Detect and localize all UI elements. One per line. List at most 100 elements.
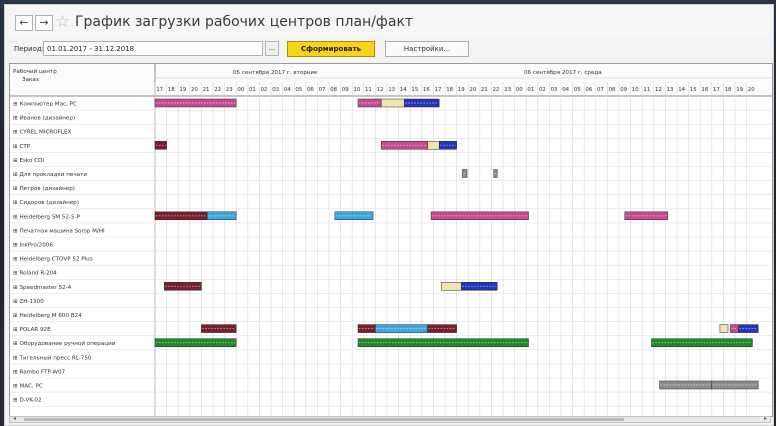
hour-label: 16 — [423, 87, 430, 93]
hour-label: 15 — [411, 87, 418, 93]
row-label: ⊞ Speedmaster 52-4 — [13, 285, 72, 291]
row-label: ⊞ Иванов (дизайнер) — [13, 115, 75, 122]
hour-label: 20 — [748, 87, 755, 93]
hour-label: 23 — [226, 87, 233, 93]
hour-label: 03 — [551, 87, 558, 93]
row-label: ⊞ Esko CDI — [13, 158, 44, 164]
hour-label: 14 — [678, 87, 685, 93]
gantt-bar — [357, 324, 376, 333]
hour-label: 09 — [620, 87, 627, 93]
hour-label: 13 — [667, 87, 674, 93]
row-label: ⊞ Roland R-204 — [13, 271, 57, 277]
period-picker-button[interactable]: ... — [265, 41, 279, 56]
hour-label: 09 — [342, 87, 349, 93]
header-work-center: Рабочий центр — [13, 68, 57, 75]
hour-label: 08 — [609, 87, 616, 93]
row-label: ⊞ CYREL MICROFLEX — [13, 130, 72, 136]
gantt-grid: Рабочий центр Заказ 05 сентября 2017 г. вт… — [10, 64, 772, 416]
gantt-chart: Рабочий центр Заказ 05 сентября 2017 г. вт… — [9, 63, 773, 417]
row-label: ⊞ Компьютер Mac, PC — [13, 102, 77, 108]
hour-label: 18 — [168, 87, 175, 93]
header-order: Заказ — [22, 77, 39, 83]
hour-label: 01 — [249, 87, 256, 93]
hour-label: 11 — [643, 87, 650, 93]
hour-label: 18 — [725, 87, 732, 93]
hour-label: 20 — [469, 87, 476, 93]
hour-label: 00 — [237, 87, 244, 93]
hour-label: 22 — [493, 87, 500, 93]
back-button[interactable]: ← — [15, 15, 33, 31]
hour-label: 14 — [400, 87, 407, 93]
hour-label: 06 — [307, 87, 314, 93]
hour-label: 07 — [597, 87, 604, 93]
hour-label: 13 — [388, 87, 395, 93]
filter-bar: Период: 01.01.2017 - 31.12.2018 ... Сфор… — [5, 37, 773, 63]
title-bar: ← → ☆ График загрузки рабочих центров пл… — [5, 5, 773, 37]
hour-label: 02 — [261, 87, 268, 93]
gantt-bar — [438, 141, 457, 150]
form-report-button[interactable]: Сформировать — [287, 41, 375, 57]
hour-label: 17 — [156, 87, 163, 93]
row-label: ⊞ Heidelberg CTOVP 52 Plus — [13, 257, 93, 263]
hour-label: 01 — [527, 87, 534, 93]
row-label: ⊞ Heidelberg M 600 B24 — [13, 313, 82, 319]
hour-label: 02 — [539, 87, 546, 93]
row-label: ⊞ Сидоров (дизайнер) — [13, 199, 79, 206]
hour-label: 23 — [504, 87, 511, 93]
settings-button[interactable]: Настройки... — [385, 41, 469, 57]
hour-label: 00 — [516, 87, 523, 93]
hour-label: 07 — [319, 87, 326, 93]
hour-label: 08 — [330, 87, 337, 93]
day-label-1: 05 сентября 2017 г. вторник — [233, 70, 318, 76]
row-label: ⊞ D-VK-02 — [13, 398, 42, 404]
hour-label: 20 — [191, 87, 198, 93]
hour-label: 05 — [574, 87, 581, 93]
forward-button[interactable]: → — [35, 15, 53, 31]
hour-label: 16 — [701, 87, 708, 93]
arrow-left-icon: ← — [19, 16, 29, 29]
hour-label: 12 — [655, 87, 662, 93]
hour-label: 05 — [295, 87, 302, 93]
row-label: ⊞ Heidelberg SM 52-5-P — [13, 214, 81, 220]
day-label-2: 06 сентября 2017 г. среда — [524, 70, 602, 76]
horizontal-scrollbar[interactable]: ◂ ▸ — [9, 415, 771, 423]
gantt-bar — [624, 211, 668, 221]
row-label: ⊞ ZH-1300 — [13, 299, 44, 305]
row-label: ⊞ Для прокладки печати — [13, 172, 87, 178]
scroll-right-icon[interactable]: ▸ — [764, 415, 767, 422]
hour-label: 21 — [481, 87, 488, 93]
hour-label: 03 — [272, 87, 279, 93]
period-label: Период: — [14, 45, 45, 53]
row-label: ⊞ Оборудование ручной операции — [13, 340, 116, 347]
report-window: ← → ☆ График загрузки рабочих центров пл… — [4, 4, 774, 426]
hour-label: 17 — [435, 87, 442, 93]
row-label: ⊞ Печатная машина Sorsp M/HI — [13, 228, 105, 234]
scroll-left-icon[interactable]: ◂ — [13, 415, 16, 422]
page-title: График загрузки рабочих центров план/фак… — [75, 14, 414, 30]
hour-label: 04 — [562, 87, 569, 93]
period-input[interactable]: 01.01.2017 - 31.12.2018 — [43, 41, 263, 56]
hour-label: 22 — [214, 87, 221, 93]
row-label: ⊞ Тигельный пресс RL-750 — [13, 354, 92, 361]
hour-label: 19 — [179, 87, 186, 93]
row-label: ⊞ Петров (дизайнер) — [13, 185, 75, 192]
hour-label: 21 — [203, 87, 210, 93]
hour-label: 10 — [353, 87, 360, 93]
hour-label: 19 — [736, 87, 743, 93]
hour-label: 12 — [377, 87, 384, 93]
row-label: ⊞ MAC, PC — [13, 384, 43, 390]
hour-label: 10 — [632, 87, 639, 93]
row-label: ⊞ Rambo FTP-W07 — [13, 369, 66, 375]
hour-label: 06 — [585, 87, 592, 93]
row-label: ⊞ InkPro/2006 — [13, 243, 53, 249]
row-label: ⊞ POLAR 92E — [13, 327, 51, 333]
row-label: ⊞ CTP — [13, 144, 31, 150]
scrollbar-thumb[interactable] — [24, 418, 624, 421]
hour-label: 15 — [690, 87, 697, 93]
favorite-star-icon[interactable]: ☆ — [55, 12, 70, 32]
hour-label: 17 — [713, 87, 720, 93]
hour-label: 04 — [284, 87, 291, 93]
hour-label: 18 — [446, 87, 453, 93]
arrow-right-icon: → — [39, 16, 49, 29]
hour-label: 19 — [458, 87, 465, 93]
